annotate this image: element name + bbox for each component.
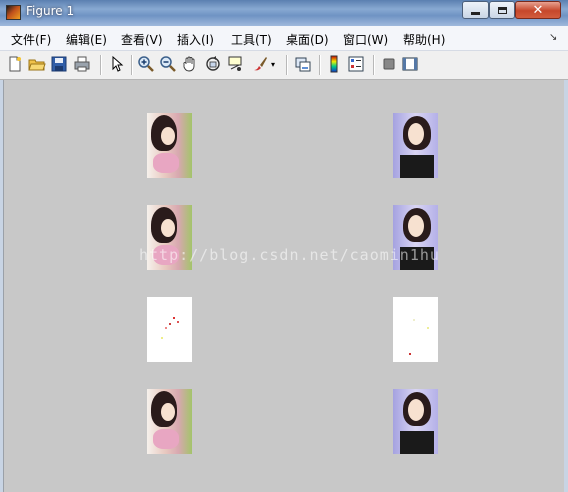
figure-canvas[interactable]: http://blog.csdn.net/caomin1hu bbox=[3, 80, 564, 492]
menu-view[interactable]: 查看(V) bbox=[121, 31, 163, 48]
zoom-out-icon[interactable] bbox=[159, 55, 177, 73]
menu-edit[interactable]: 编辑(E) bbox=[66, 31, 107, 48]
menu-tools[interactable]: 工具(T) bbox=[231, 31, 272, 48]
maximize-button[interactable] bbox=[489, 1, 515, 19]
subplot-7-image[interactable] bbox=[147, 389, 192, 454]
figure-window: Figure 1 ✕ 文件(F) 编辑(E) 查看(V) 插入(I) 工具(T)… bbox=[0, 0, 568, 492]
minimize-icon bbox=[471, 11, 480, 15]
minimize-button[interactable] bbox=[462, 1, 489, 19]
edit-plot-arrow-icon[interactable] bbox=[108, 55, 126, 73]
show-plot-tools-icon[interactable] bbox=[401, 55, 419, 73]
new-figure-icon[interactable] bbox=[6, 55, 24, 73]
menu-file[interactable]: 文件(F) bbox=[11, 31, 51, 48]
subplot-6-image[interactable] bbox=[393, 297, 438, 362]
subplot-5-image[interactable] bbox=[147, 297, 192, 362]
toolbar-separator bbox=[131, 55, 133, 75]
zoom-in-icon[interactable] bbox=[137, 55, 155, 73]
toolbar-separator bbox=[286, 55, 288, 75]
figure-toolbar: ▾ bbox=[0, 51, 568, 80]
colorbar-icon[interactable] bbox=[325, 55, 343, 73]
close-button[interactable]: ✕ bbox=[515, 1, 561, 19]
rotate-3d-icon[interactable] bbox=[204, 55, 222, 73]
link-plot-icon[interactable] bbox=[294, 55, 312, 73]
print-icon[interactable] bbox=[73, 55, 91, 73]
toolbar-separator bbox=[100, 55, 102, 75]
title-bar[interactable]: Figure 1 ✕ bbox=[0, 0, 568, 26]
pan-hand-icon[interactable] bbox=[181, 55, 199, 73]
subplot-1-image[interactable] bbox=[147, 113, 192, 178]
open-file-icon[interactable] bbox=[28, 55, 46, 73]
toolbar-separator bbox=[373, 55, 375, 75]
maximize-icon bbox=[497, 6, 507, 14]
window-title: Figure 1 bbox=[26, 4, 75, 18]
menu-help[interactable]: 帮助(H) bbox=[403, 31, 445, 48]
data-cursor-icon[interactable] bbox=[227, 55, 245, 73]
dock-arrow-icon[interactable]: ↘ bbox=[549, 32, 557, 43]
menu-insert[interactable]: 插入(I) bbox=[177, 31, 214, 48]
watermark-text: http://blog.csdn.net/caomin1hu bbox=[139, 246, 440, 264]
hide-plot-tools-icon[interactable] bbox=[380, 55, 398, 73]
legend-icon[interactable] bbox=[347, 55, 365, 73]
menu-window[interactable]: 窗口(W) bbox=[343, 31, 388, 48]
brush-dropdown-icon[interactable]: ▾ bbox=[271, 60, 279, 78]
close-icon: ✕ bbox=[532, 2, 544, 18]
matlab-icon bbox=[6, 5, 21, 20]
brush-icon[interactable] bbox=[251, 55, 269, 73]
subplot-2-image[interactable] bbox=[393, 113, 438, 178]
menu-desktop[interactable]: 桌面(D) bbox=[286, 31, 329, 48]
subplot-8-image[interactable] bbox=[393, 389, 438, 454]
save-icon[interactable] bbox=[50, 55, 68, 73]
toolbar-separator bbox=[319, 55, 321, 75]
menu-bar: 文件(F) 编辑(E) 查看(V) 插入(I) 工具(T) 桌面(D) 窗口(W… bbox=[0, 26, 568, 51]
